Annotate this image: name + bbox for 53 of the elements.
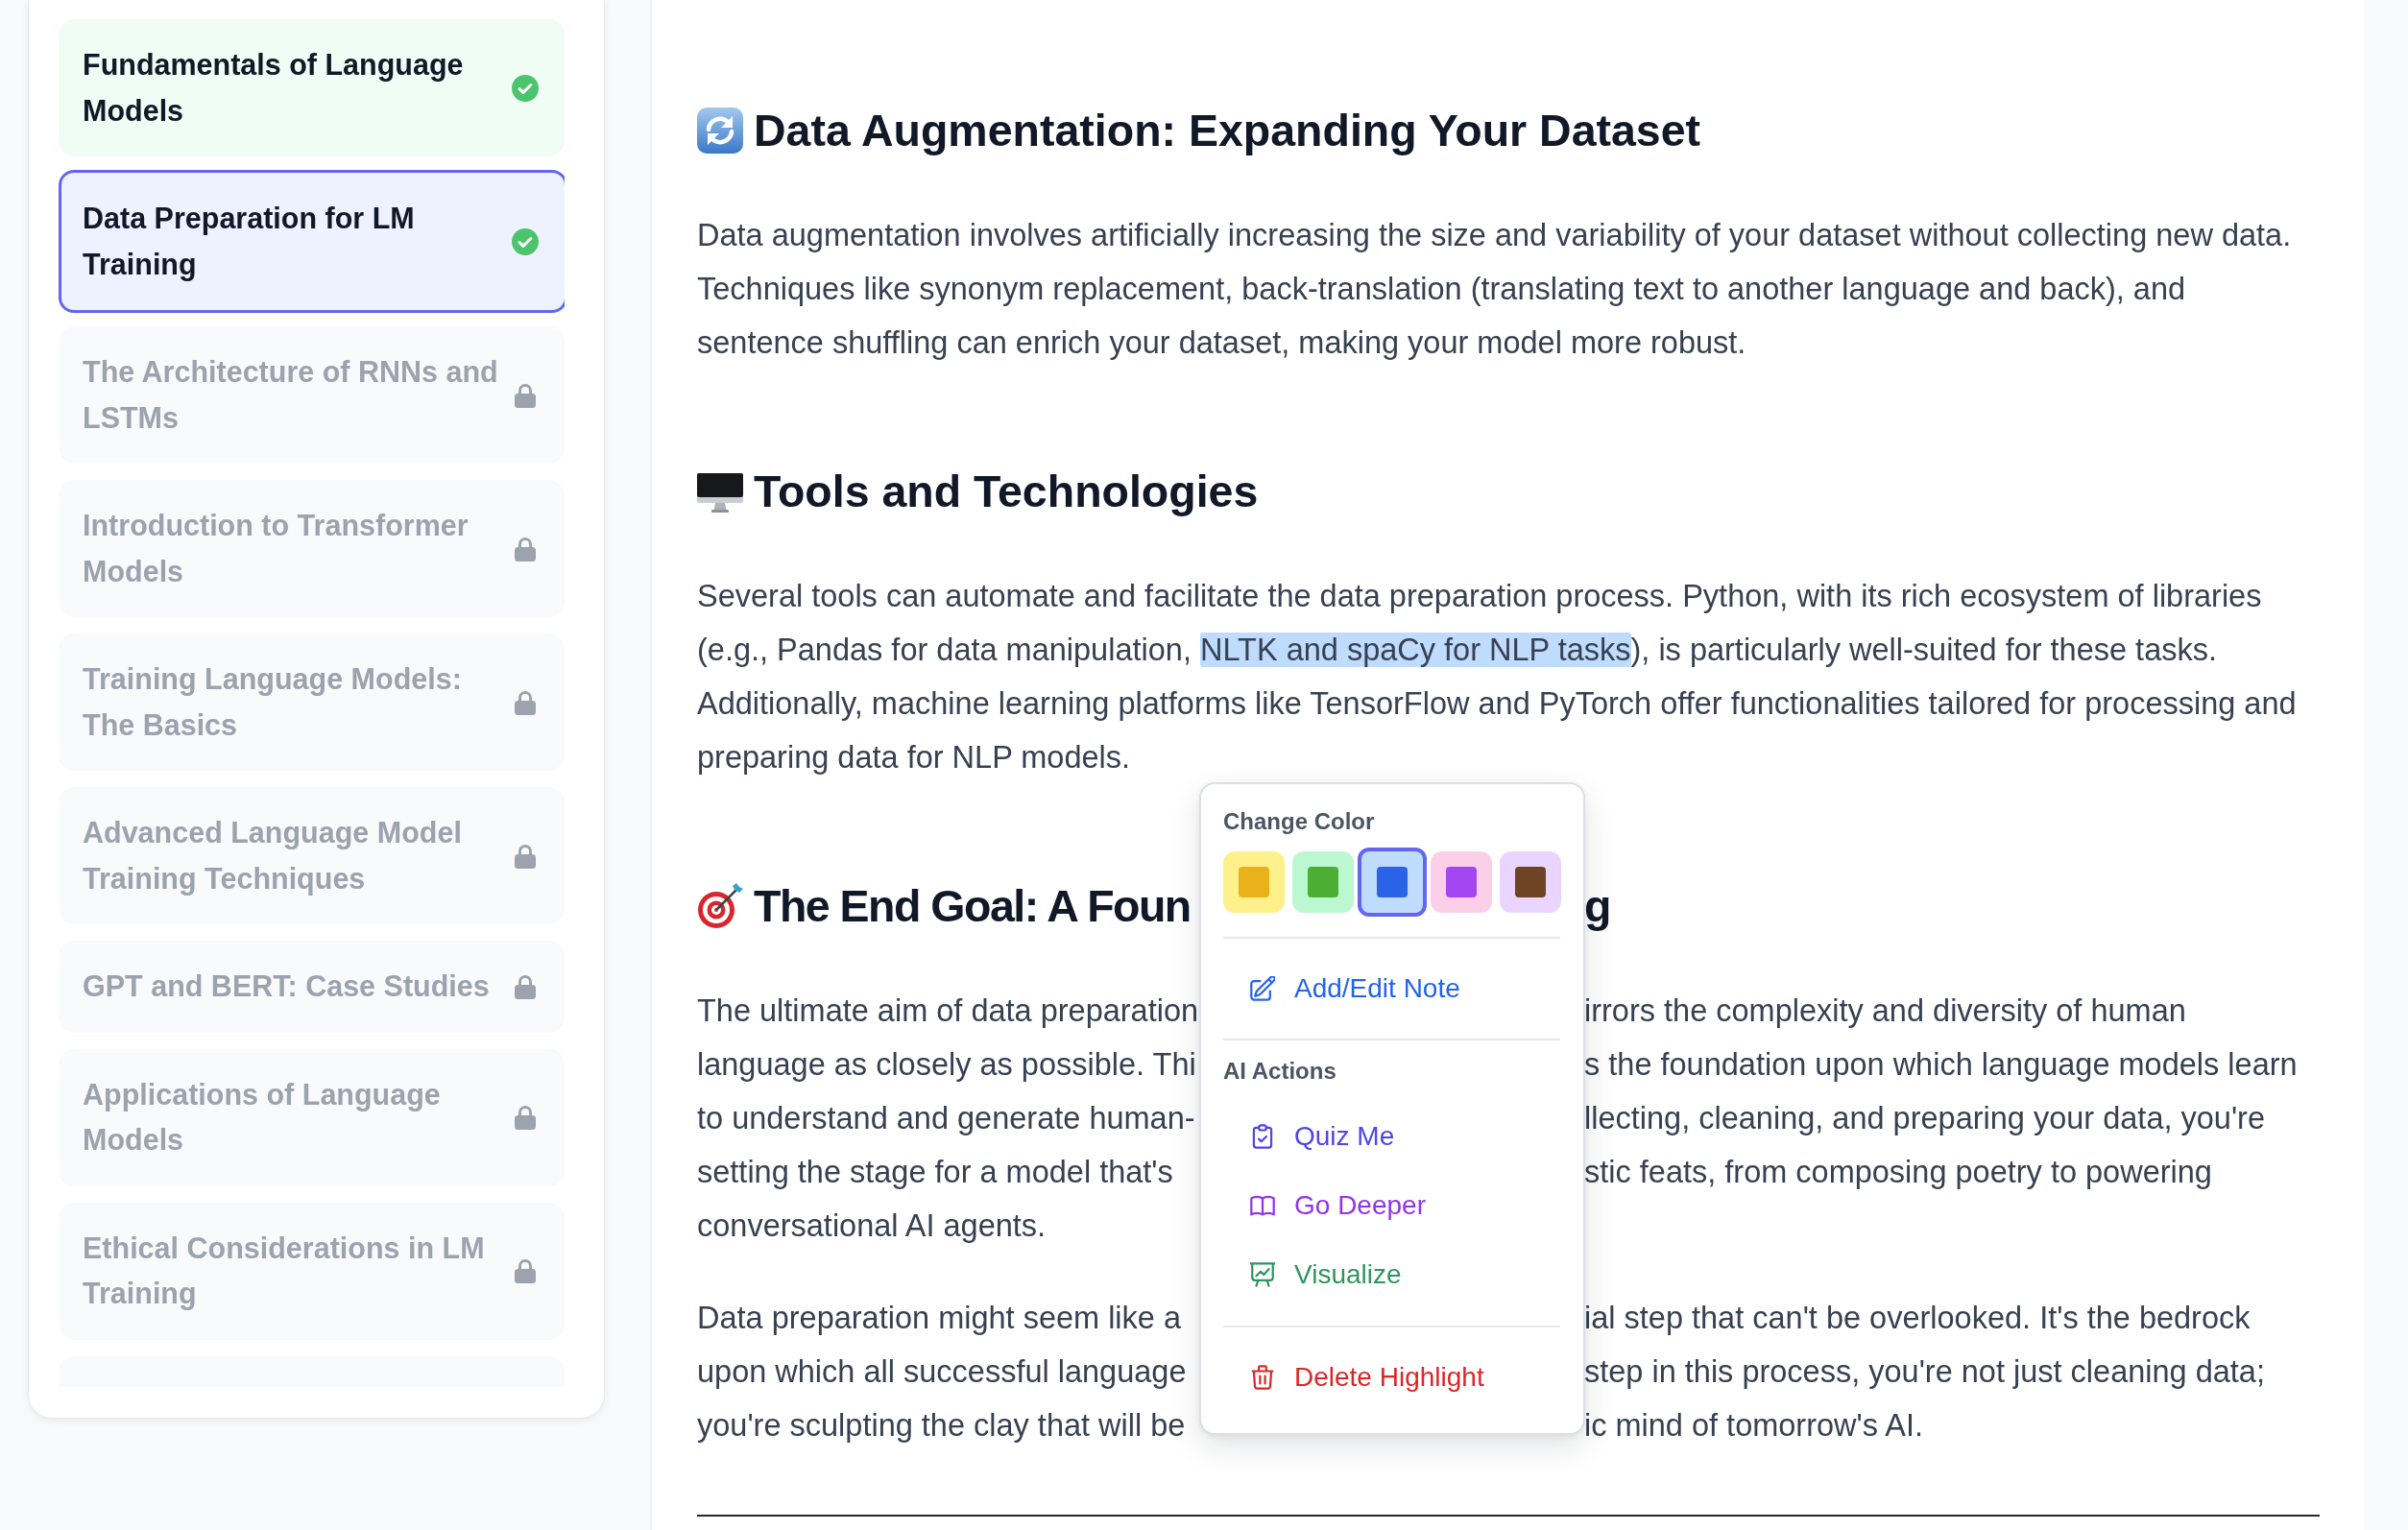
menu-item[interactable]: Quiz Me	[1223, 1102, 1560, 1171]
clipboard-check-icon	[1250, 1124, 1275, 1149]
dartboard-icon	[697, 883, 743, 929]
lesson-item[interactable]: Applications of Language Models	[59, 1048, 565, 1186]
lesson-item[interactable]: Training Language Models: The Basics	[59, 634, 565, 771]
trash-icon	[1250, 1365, 1275, 1390]
paragraph-text: language as closely as possible. Thi	[697, 1046, 1197, 1084]
color-swatch[interactable]	[1431, 851, 1492, 913]
square-icon	[1446, 867, 1477, 897]
square-icon	[1308, 867, 1338, 897]
paragraph-text: stic feats, from composing poetry to powering	[1584, 1154, 2213, 1191]
paragraph-text: conversational AI agents.	[697, 1207, 1047, 1245]
paragraph-text: to understand and generate human-	[697, 1100, 1196, 1137]
paragraph-text: step in this process, you're not just cleaning data;	[1584, 1353, 2266, 1391]
lesson-item[interactable]: GPT and BERT: Case Studies	[59, 941, 565, 1033]
paragraph-text: setting the stage for a model that's	[697, 1154, 1174, 1191]
paragraph-text: you're sculpting the clay that will be	[697, 1407, 1187, 1445]
paragraph-text: ic mind of tomorrow's AI.	[1584, 1407, 1924, 1445]
lesson-item[interactable]: Data Preparation for LM Training	[59, 170, 565, 313]
paragraph-text: The ultimate aim of data preparation	[697, 992, 1197, 1030]
square-icon	[1515, 867, 1546, 897]
paragraph-text: s the foundation upon which language models learn	[1584, 1046, 2299, 1084]
section-heading: Data Augmentation: Expanding Your Dataset	[754, 105, 1701, 157]
menu-section-label: Change Color	[1223, 807, 1376, 836]
square-icon	[1377, 867, 1408, 897]
section-heading: The End Goal: A Foun	[754, 880, 1191, 933]
menu-item[interactable]: Delete Highlight	[1223, 1343, 1560, 1412]
paragraph-text: Data augmentation involves artificially increasing the size and variability of your dataset without collecting new data. Techniques like synonym replacement, back-translation (translating text to another language and back), and sentence shuffling can enrich your dataset, making your model more robust.	[697, 217, 2293, 362]
color-swatch[interactable]	[1292, 851, 1354, 913]
paragraph-text: Data preparation might seem like a	[697, 1300, 1182, 1337]
menu-item[interactable]: Add/Edit Note	[1223, 954, 1560, 1023]
paragraph-text: irrors the complexity and diversity of human	[1584, 992, 2187, 1030]
menu-section-label: AI Actions	[1223, 1057, 1337, 1086]
paragraph-text: upon which all successful language	[697, 1353, 1188, 1391]
arrows-cycle-icon	[697, 108, 743, 154]
lesson-item[interactable]: Ethical Considerations in LM Training	[59, 1202, 565, 1340]
lesson-item[interactable]: Introduction to Transformer Models	[59, 480, 565, 617]
chart-board-icon	[1250, 1262, 1275, 1287]
paragraph-text: Several tools can automate and facilitate the data preparation process. Python, with its rich ecosystem of libraries (e.g., Pandas for data manipulation, NLTK and spaCy for NLP tasks), is particularly well-suited for these tasks. Additionally, machine learning platforms like TensorFlow and PyTorch offer functionalities tailored for processing and preparing data for NLP models.	[697, 578, 2298, 777]
paragraph-text: ial step that can't be overlooked. It's the bedrock	[1584, 1300, 2251, 1337]
square-icon	[1239, 867, 1269, 897]
lesson-item[interactable]: The Architecture of RNNs and LSTMs	[59, 326, 565, 464]
paragraph-text: llecting, cleaning, and preparing your data, you're	[1584, 1100, 2267, 1137]
menu-item[interactable]: Visualize	[1223, 1240, 1560, 1309]
color-swatch[interactable]	[1500, 851, 1561, 913]
color-swatch[interactable]	[1223, 851, 1285, 913]
lesson-item[interactable]: Advanced Language Model Training Techniques	[59, 787, 565, 924]
section-heading: Tools and Technologies	[754, 466, 1259, 518]
menu-item[interactable]: Go Deeper	[1223, 1171, 1560, 1240]
lesson-item[interactable]: Fundamentals of Language Models	[59, 19, 565, 156]
open-book-icon	[1250, 1193, 1275, 1218]
section-heading: g	[1584, 880, 1613, 933]
color-swatch[interactable]	[1358, 848, 1427, 917]
